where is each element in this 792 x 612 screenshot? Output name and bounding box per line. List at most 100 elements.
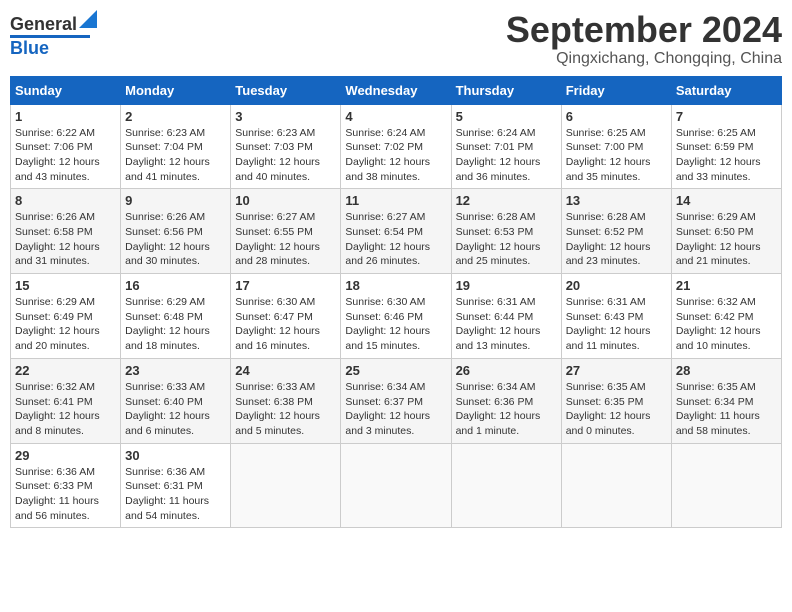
logo-blue: Blue <box>10 38 49 59</box>
table-row <box>671 443 781 528</box>
day-info: Sunrise: 6:32 AMSunset: 6:41 PMDaylight:… <box>15 380 116 439</box>
header-tuesday: Tuesday <box>231 76 341 104</box>
day-info: Sunrise: 6:30 AMSunset: 6:46 PMDaylight:… <box>345 295 446 354</box>
calendar-week-row: 8 Sunrise: 6:26 AMSunset: 6:58 PMDaylight… <box>11 189 782 274</box>
logo-text: General <box>10 14 77 34</box>
day-info: Sunrise: 6:29 AMSunset: 6:50 PMDaylight:… <box>676 210 777 269</box>
calendar: Sunday Monday Tuesday Wednesday Thursday… <box>10 76 782 529</box>
header-saturday: Saturday <box>671 76 781 104</box>
day-number: 3 <box>235 109 336 124</box>
header: General Blue September 2024 Qingxichang,… <box>10 10 782 68</box>
header-wednesday: Wednesday <box>341 76 451 104</box>
day-number: 17 <box>235 278 336 293</box>
table-row: 25 Sunrise: 6:34 AMSunset: 6:37 PMDayligh… <box>341 358 451 443</box>
day-number: 13 <box>566 193 667 208</box>
header-sunday: Sunday <box>11 76 121 104</box>
day-info: Sunrise: 6:30 AMSunset: 6:47 PMDaylight:… <box>235 295 336 354</box>
table-row: 8 Sunrise: 6:26 AMSunset: 6:58 PMDaylight… <box>11 189 121 274</box>
table-row: 11 Sunrise: 6:27 AMSunset: 6:54 PMDayligh… <box>341 189 451 274</box>
day-info: Sunrise: 6:32 AMSunset: 6:42 PMDaylight:… <box>676 295 777 354</box>
day-info: Sunrise: 6:35 AMSunset: 6:35 PMDaylight:… <box>566 380 667 439</box>
table-row: 7 Sunrise: 6:25 AMSunset: 6:59 PMDaylight… <box>671 104 781 189</box>
day-number: 14 <box>676 193 777 208</box>
day-number: 4 <box>345 109 446 124</box>
title-area: September 2024 Qingxichang, Chongqing, C… <box>506 10 782 68</box>
table-row: 3 Sunrise: 6:23 AMSunset: 7:03 PMDaylight… <box>231 104 341 189</box>
day-info: Sunrise: 6:34 AMSunset: 6:36 PMDaylight:… <box>456 380 557 439</box>
day-number: 30 <box>125 448 226 463</box>
logo: General Blue <box>10 10 90 59</box>
day-info: Sunrise: 6:22 AMSunset: 7:06 PMDaylight:… <box>15 126 116 185</box>
table-row: 5 Sunrise: 6:24 AMSunset: 7:01 PMDaylight… <box>451 104 561 189</box>
day-info: Sunrise: 6:24 AMSunset: 7:01 PMDaylight:… <box>456 126 557 185</box>
day-number: 27 <box>566 363 667 378</box>
location-title: Qingxichang, Chongqing, China <box>506 50 782 68</box>
day-number: 5 <box>456 109 557 124</box>
calendar-week-row: 15 Sunrise: 6:29 AMSunset: 6:49 PMDayligh… <box>11 274 782 359</box>
day-info: Sunrise: 6:34 AMSunset: 6:37 PMDaylight:… <box>345 380 446 439</box>
day-number: 24 <box>235 363 336 378</box>
day-number: 2 <box>125 109 226 124</box>
day-info: Sunrise: 6:27 AMSunset: 6:55 PMDaylight:… <box>235 210 336 269</box>
day-info: Sunrise: 6:23 AMSunset: 7:03 PMDaylight:… <box>235 126 336 185</box>
day-number: 29 <box>15 448 116 463</box>
day-info: Sunrise: 6:35 AMSunset: 6:34 PMDaylight:… <box>676 380 777 439</box>
day-number: 1 <box>15 109 116 124</box>
logo-general: General <box>10 14 77 34</box>
day-number: 15 <box>15 278 116 293</box>
day-info: Sunrise: 6:24 AMSunset: 7:02 PMDaylight:… <box>345 126 446 185</box>
table-row <box>231 443 341 528</box>
table-row: 16 Sunrise: 6:29 AMSunset: 6:48 PMDayligh… <box>121 274 231 359</box>
table-row: 13Sunrise: 6:28 AMSunset: 6:52 PMDayligh… <box>561 189 671 274</box>
day-info: Sunrise: 6:26 AMSunset: 6:56 PMDaylight:… <box>125 210 226 269</box>
month-title: September 2024 <box>506 10 782 50</box>
day-info: Sunrise: 6:33 AMSunset: 6:38 PMDaylight:… <box>235 380 336 439</box>
day-number: 25 <box>345 363 446 378</box>
day-info: Sunrise: 6:27 AMSunset: 6:54 PMDaylight:… <box>345 210 446 269</box>
table-row: 10Sunrise: 6:27 AMSunset: 6:55 PMDayligh… <box>231 189 341 274</box>
table-row: 12Sunrise: 6:28 AMSunset: 6:53 PMDayligh… <box>451 189 561 274</box>
table-row: 6Sunrise: 6:25 AMSunset: 7:00 PMDaylight… <box>561 104 671 189</box>
table-row: 22Sunrise: 6:32 AMSunset: 6:41 PMDayligh… <box>11 358 121 443</box>
logo-bird-icon <box>79 10 97 28</box>
table-row <box>341 443 451 528</box>
day-number: 16 <box>125 278 226 293</box>
day-number: 18 <box>345 278 446 293</box>
day-info: Sunrise: 6:29 AMSunset: 6:49 PMDaylight:… <box>15 295 116 354</box>
day-info: Sunrise: 6:23 AMSunset: 7:04 PMDaylight:… <box>125 126 226 185</box>
table-row: 9 Sunrise: 6:26 AMSunset: 6:56 PMDaylight… <box>121 189 231 274</box>
table-row: 23 Sunrise: 6:33 AMSunset: 6:40 PMDayligh… <box>121 358 231 443</box>
header-thursday: Thursday <box>451 76 561 104</box>
calendar-header-row: Sunday Monday Tuesday Wednesday Thursday… <box>11 76 782 104</box>
header-monday: Monday <box>121 76 231 104</box>
calendar-week-row: 22Sunrise: 6:32 AMSunset: 6:41 PMDayligh… <box>11 358 782 443</box>
table-row: 21Sunrise: 6:32 AMSunset: 6:42 PMDayligh… <box>671 274 781 359</box>
day-number: 11 <box>345 193 446 208</box>
calendar-week-row: 1 Sunrise: 6:22 AMSunset: 7:06 PMDaylight… <box>11 104 782 189</box>
day-info: Sunrise: 6:26 AMSunset: 6:58 PMDaylight:… <box>15 210 116 269</box>
day-number: 7 <box>676 109 777 124</box>
day-number: 20 <box>566 278 667 293</box>
day-number: 23 <box>125 363 226 378</box>
day-number: 12 <box>456 193 557 208</box>
day-number: 9 <box>125 193 226 208</box>
table-row: 4 Sunrise: 6:24 AMSunset: 7:02 PMDaylight… <box>341 104 451 189</box>
table-row: 14 Sunrise: 6:29 AMSunset: 6:50 PMDayligh… <box>671 189 781 274</box>
day-info: Sunrise: 6:29 AMSunset: 6:48 PMDaylight:… <box>125 295 226 354</box>
day-info: Sunrise: 6:36 AMSunset: 6:33 PMDaylight:… <box>15 465 116 524</box>
table-row <box>561 443 671 528</box>
day-info: Sunrise: 6:33 AMSunset: 6:40 PMDaylight:… <box>125 380 226 439</box>
day-number: 8 <box>15 193 116 208</box>
table-row: 15 Sunrise: 6:29 AMSunset: 6:49 PMDayligh… <box>11 274 121 359</box>
day-number: 28 <box>676 363 777 378</box>
table-row: 27 Sunrise: 6:35 AMSunset: 6:35 PMDayligh… <box>561 358 671 443</box>
table-row: 28 Sunrise: 6:35 AMSunset: 6:34 PMDayligh… <box>671 358 781 443</box>
day-info: Sunrise: 6:25 AMSunset: 6:59 PMDaylight:… <box>676 126 777 185</box>
table-row: 1 Sunrise: 6:22 AMSunset: 7:06 PMDaylight… <box>11 104 121 189</box>
table-row: 2 Sunrise: 6:23 AMSunset: 7:04 PMDaylight… <box>121 104 231 189</box>
day-info: Sunrise: 6:31 AMSunset: 6:43 PMDaylight:… <box>566 295 667 354</box>
table-row: 30Sunrise: 6:36 AMSunset: 6:31 PMDayligh… <box>121 443 231 528</box>
table-row <box>451 443 561 528</box>
day-number: 26 <box>456 363 557 378</box>
day-number: 6 <box>566 109 667 124</box>
